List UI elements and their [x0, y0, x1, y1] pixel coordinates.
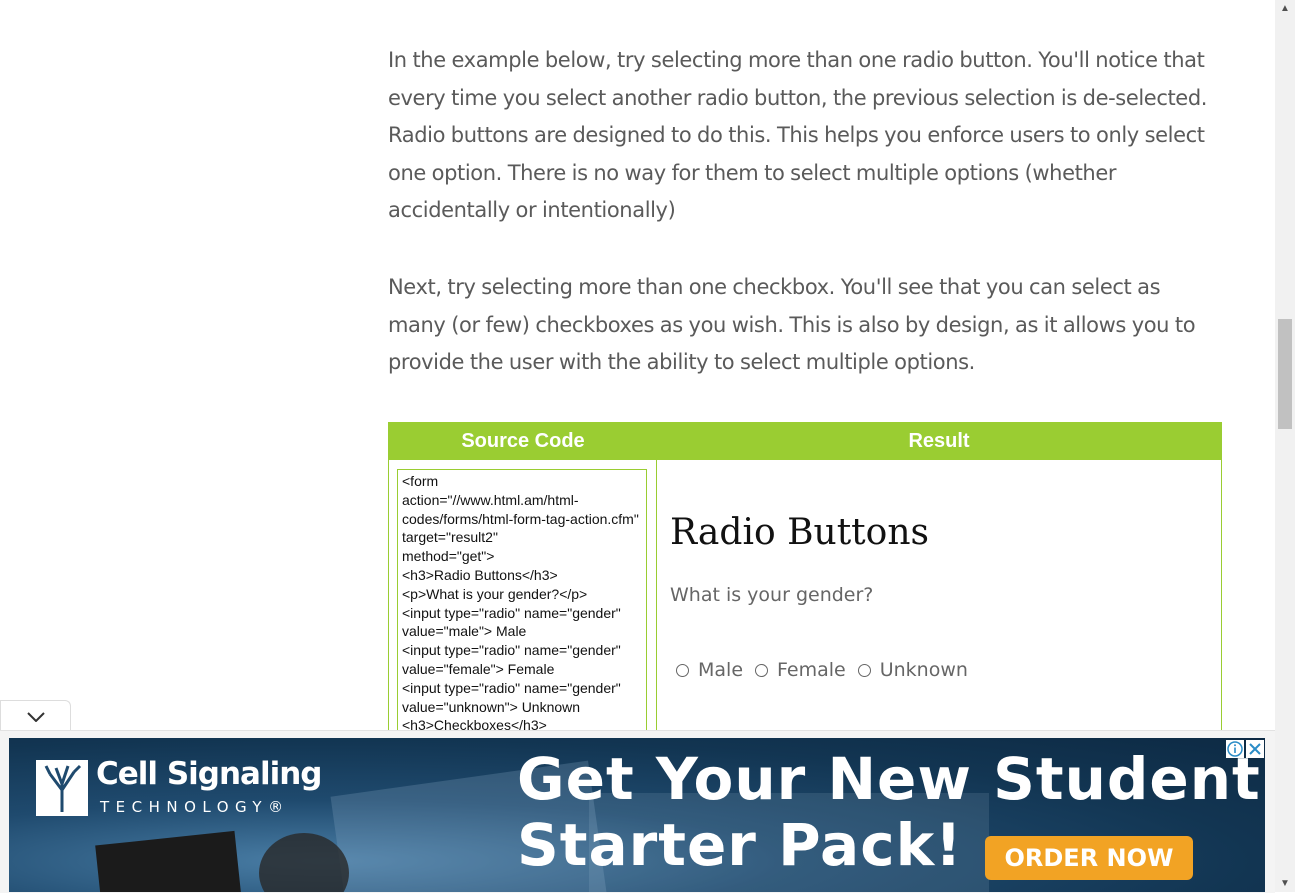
- radio-label-female: Female: [777, 659, 846, 681]
- code-demo-table: Source Code Result <form action="//www.h…: [388, 422, 1222, 759]
- info-icon: [1227, 741, 1243, 757]
- order-now-button[interactable]: ORDER NOW: [985, 836, 1193, 880]
- radio-male[interactable]: [676, 663, 689, 677]
- article-paragraph-radio: In the example below, try selecting more…: [388, 48, 1208, 222]
- source-code-editor[interactable]: <form action="//www.html.am/html-codes/f…: [397, 469, 647, 759]
- radio-female[interactable]: [755, 663, 769, 677]
- result-question: What is your gender?: [670, 584, 874, 606]
- collapse-ad-button[interactable]: [0, 700, 71, 732]
- cell-signaling-logo: [36, 760, 88, 816]
- result-header: Result: [908, 430, 970, 452]
- ad-info-button[interactable]: [1226, 740, 1244, 758]
- article-paragraph-checkbox: Next, try selecting more than one checkb…: [388, 275, 1196, 374]
- tree-logo-icon: [44, 764, 82, 812]
- arrow-up-icon[interactable]: ▲: [1275, 0, 1295, 17]
- radio-unknown[interactable]: [857, 663, 871, 677]
- arrow-down-icon[interactable]: ▼: [1275, 875, 1295, 892]
- demo-header: Source Code Result: [389, 423, 1221, 460]
- result-pane: Radio Buttons What is your gender? Male …: [657, 460, 1221, 751]
- radio-label-unknown: Unknown: [879, 659, 968, 681]
- close-icon: [1249, 743, 1261, 755]
- gender-radio-group: Male Female Unknown: [676, 659, 980, 681]
- ad-brand-sub: TECHNOLOGY®: [100, 798, 290, 816]
- chevron-down-icon: [27, 712, 45, 722]
- radio-label-male: Male: [698, 659, 744, 681]
- scrollbar-thumb[interactable]: [1278, 319, 1292, 429]
- ad-product-bag: [259, 833, 349, 892]
- ad-brand-name: Cell Signaling: [96, 756, 322, 792]
- ad-product-box: [95, 830, 243, 892]
- ad-headline-line1: Get Your New Student: [517, 745, 1261, 813]
- ad-close-button[interactable]: [1246, 740, 1264, 758]
- banner-ad[interactable]: Cell Signaling TECHNOLOGY® Get Your New …: [9, 738, 1265, 892]
- vertical-scrollbar[interactable]: ▲ ▼: [1275, 0, 1295, 892]
- source-code-header: Source Code: [461, 430, 585, 452]
- result-heading: Radio Buttons: [670, 512, 929, 553]
